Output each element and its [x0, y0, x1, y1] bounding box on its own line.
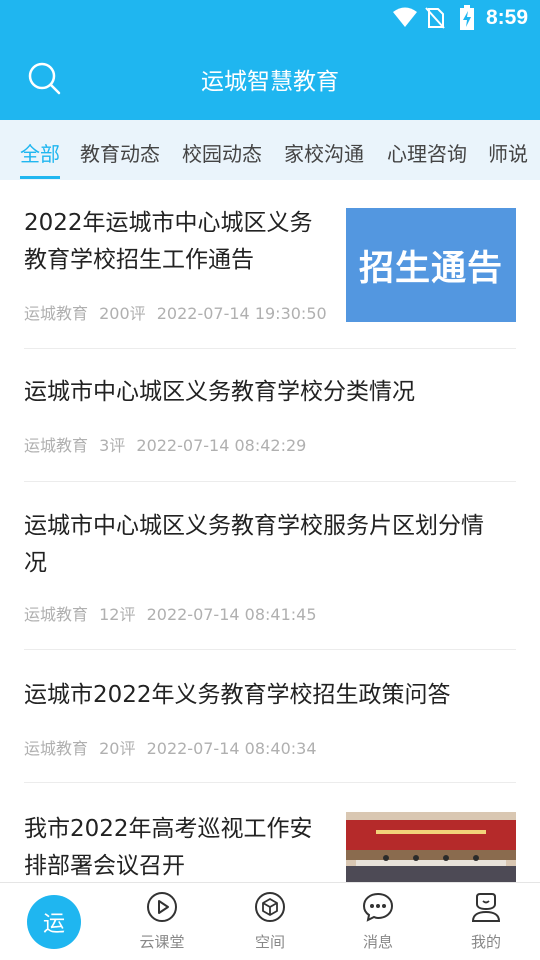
article-source: 运城教育	[24, 605, 89, 624]
comment-count: 200评	[99, 304, 146, 323]
article-time: 2022-07-14 08:42:29	[136, 436, 307, 455]
status-time: 8:59	[485, 6, 528, 29]
article-title: 我市2022年高考巡视工作安 排部署会议召开	[24, 816, 313, 879]
bottom-nav: 运 云课堂 空间 消息 我的	[0, 882, 540, 960]
divider	[24, 782, 516, 783]
app-header: 8:59 运城智慧教育	[0, 0, 540, 120]
chat-bubble-icon	[362, 892, 394, 922]
article-title: 2022年运城市中心城区义务 教育学校招生工作通告	[24, 210, 313, 273]
article-thumbnail-photo[interactable]	[346, 812, 516, 882]
article-time: 2022-07-14 19:30:50	[156, 304, 327, 323]
comment-count: 20评	[99, 739, 136, 758]
wifi-icon	[393, 7, 417, 27]
article-thumbnail[interactable]: 招生通告	[346, 208, 516, 322]
cube-icon	[255, 892, 285, 922]
tab-all[interactable]: 全部	[20, 138, 60, 167]
article-meta: 运城教育 3评 2022-07-14 08:42:29	[24, 432, 312, 456]
category-tabs: 全部 教育动态 校园动态 家校沟通 心理咨询 师说	[0, 120, 540, 180]
comment-count: 12评	[99, 605, 136, 624]
article-item[interactable]: 运城市2022年义务教育学校招生政策问答	[24, 677, 516, 714]
article-item[interactable]: 运城市中心城区义务教育学校分类情况	[24, 374, 516, 411]
tab-home-school[interactable]: 家校沟通	[284, 138, 364, 167]
article-title: 运城市中心城区义务教育学校服务片区划分情 况	[24, 513, 484, 576]
article-meta: 运城教育 20评 2022-07-14 08:40:34	[24, 735, 323, 759]
article-item[interactable]: 2022年运城市中心城区义务 教育学校招生工作通告	[24, 205, 334, 279]
nav-messages[interactable]: 消息	[333, 891, 423, 952]
play-circle-icon	[147, 892, 177, 922]
comment-count: 3评	[99, 436, 126, 455]
divider	[24, 481, 516, 482]
no-sim-icon	[425, 7, 445, 29]
article-item[interactable]: 我市2022年高考巡视工作安 排部署会议召开	[24, 811, 334, 885]
article-time: 2022-07-14 08:41:45	[146, 605, 317, 624]
nav-mine[interactable]: 我的	[441, 891, 531, 952]
article-meta: 运城教育 12评 2022-07-14 08:41:45	[24, 601, 323, 625]
tab-campus-news[interactable]: 校园动态	[182, 138, 262, 167]
tab-counseling[interactable]: 心理咨询	[387, 138, 467, 167]
page-title: 运城智慧教育	[201, 69, 339, 95]
nav-home-button[interactable]: 运	[27, 895, 81, 949]
nav-label: 消息	[362, 933, 393, 951]
article-item[interactable]: 运城市中心城区义务教育学校服务片区划分情 况	[24, 508, 516, 582]
tab-education-news[interactable]: 教育动态	[80, 138, 160, 167]
article-time: 2022-07-14 08:40:34	[146, 739, 317, 758]
nav-label: 我的	[470, 933, 501, 951]
status-bar: 8:59	[0, 0, 540, 38]
active-tab-indicator	[20, 176, 60, 179]
nav-label: 空间	[254, 933, 285, 951]
divider	[24, 348, 516, 349]
nav-label: 云课堂	[139, 933, 185, 951]
article-source: 运城教育	[24, 739, 89, 758]
user-icon	[471, 893, 501, 922]
article-title: 运城市2022年义务教育学校招生政策问答	[24, 682, 451, 708]
battery-icon	[460, 5, 474, 30]
nav-space[interactable]: 空间	[225, 891, 315, 952]
article-source: 运城教育	[24, 304, 89, 323]
article-meta: 运城教育 200评 2022-07-14 19:30:50	[24, 300, 333, 324]
tab-teacher-talk[interactable]: 师说	[488, 138, 528, 167]
article-source: 运城教育	[24, 436, 89, 455]
divider	[24, 649, 516, 650]
article-title: 运城市中心城区义务教育学校分类情况	[24, 379, 415, 405]
nav-cloud-class[interactable]: 云课堂	[117, 891, 207, 952]
